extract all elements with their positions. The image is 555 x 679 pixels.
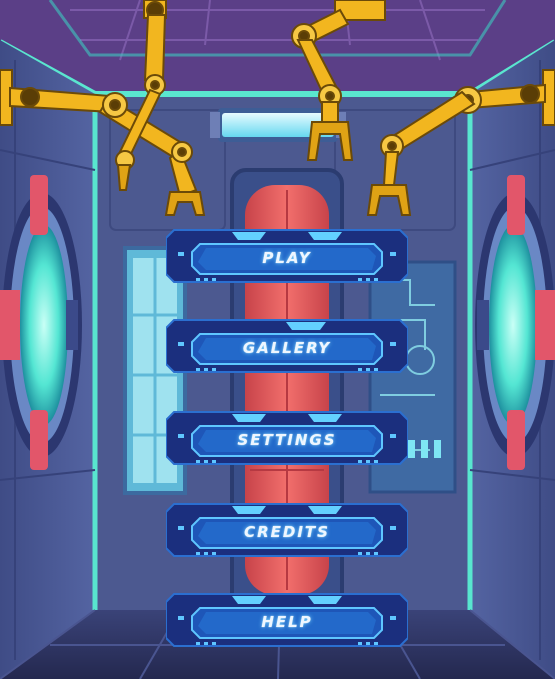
game-main-menu-scene: PLAY GALLERY SETTINGS CREDITS HELP	[0, 0, 555, 679]
main-menu: PLAY GALLERY SETTINGS CREDITS HELP	[166, 222, 408, 662]
help-button-label: HELP	[261, 613, 313, 631]
credits-button[interactable]: CREDITS	[166, 496, 408, 562]
play-button[interactable]: PLAY	[166, 222, 408, 288]
gallery-button-label: GALLERY	[242, 339, 332, 357]
credits-button-label: CREDITS	[244, 523, 330, 541]
gallery-button[interactable]: GALLERY	[166, 312, 408, 378]
play-button-label: PLAY	[262, 249, 312, 267]
settings-button-label: SETTINGS	[237, 431, 337, 449]
settings-button[interactable]: SETTINGS	[166, 404, 408, 470]
help-button[interactable]: HELP	[166, 586, 408, 652]
